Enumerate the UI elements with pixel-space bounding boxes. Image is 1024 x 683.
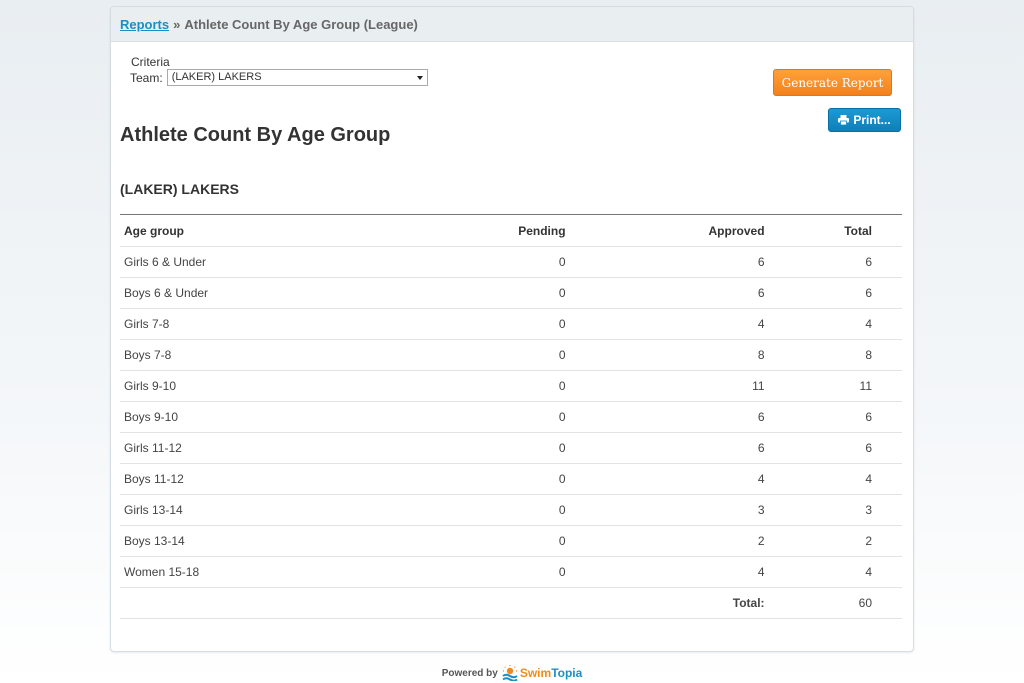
pending-cell: 0 <box>369 277 566 309</box>
table-total-row: Total: 60 <box>120 587 902 619</box>
swimtopia-logo-icon <box>502 665 518 681</box>
total-cell: 6 <box>764 432 902 464</box>
pending-cell: 0 <box>369 246 566 278</box>
breadcrumb-current: Athlete Count By Age Group (League) <box>184 16 418 32</box>
team-filter-row: Team: (LAKER) LAKERS <box>130 69 428 86</box>
age-group-table: Age group Pending Approved Total Girls 6… <box>120 214 902 619</box>
table-row: Boys 9-10 0 6 6 <box>120 401 902 433</box>
approved-cell: 6 <box>565 277 765 309</box>
total-cell: 8 <box>764 339 902 371</box>
report-title: Athlete Count By Age Group <box>120 124 391 146</box>
approved-cell: 6 <box>565 401 765 433</box>
age-group-cell: Boys 13-14 <box>120 525 370 557</box>
pending-cell: 0 <box>369 463 566 495</box>
approved-cell: 4 <box>565 463 765 495</box>
column-header-approved: Approved <box>708 223 765 238</box>
total-cell: 2 <box>764 525 902 557</box>
pending-cell: 0 <box>369 401 566 433</box>
report-panel: Reports » Athlete Count By Age Group (Le… <box>110 6 914 652</box>
grand-total-value: 60 <box>764 587 902 619</box>
approved-cell: 4 <box>565 308 765 340</box>
pending-cell: 0 <box>369 556 566 588</box>
team-heading: (LAKER) LAKERS <box>120 181 239 197</box>
table-row: Boys 11-12 0 4 4 <box>120 463 902 495</box>
grand-total-label: Total: <box>565 587 765 619</box>
breadcrumb: Reports » Athlete Count By Age Group (Le… <box>111 7 913 42</box>
pending-cell: 0 <box>369 432 566 464</box>
approved-cell: 11 <box>565 370 765 402</box>
approved-cell: 8 <box>565 339 765 371</box>
page-footer: Powered by SwimTopia <box>0 665 1024 681</box>
approved-cell: 3 <box>565 494 765 526</box>
criteria-section: Criteria Team: (LAKER) LAKERS <box>130 55 428 86</box>
table-row: Boys 13-14 0 2 2 <box>120 525 902 557</box>
chevron-down-icon <box>416 76 423 80</box>
pending-cell: 0 <box>369 525 566 557</box>
age-group-cell: Boys 7-8 <box>120 339 370 371</box>
swimtopia-logo-text: SwimTopia <box>520 666 582 680</box>
column-header-age-group: Age group <box>124 223 184 238</box>
total-cell: 4 <box>764 556 902 588</box>
age-group-cell: Girls 11-12 <box>120 432 370 464</box>
powered-by-text: Powered by <box>441 667 498 679</box>
print-button-label: Print... <box>853 113 891 127</box>
pending-cell: 0 <box>369 308 566 340</box>
swimtopia-logo[interactable]: SwimTopia <box>502 665 582 681</box>
approved-cell: 6 <box>565 432 765 464</box>
total-cell: 3 <box>764 494 902 526</box>
table-row: Women 15-18 0 4 4 <box>120 556 902 588</box>
age-group-cell: Boys 9-10 <box>120 401 370 433</box>
breadcrumb-link-reports[interactable]: Reports <box>120 17 169 32</box>
team-label: Team: <box>130 70 163 85</box>
age-group-cell: Girls 7-8 <box>120 308 370 340</box>
total-cell: 11 <box>764 370 902 402</box>
age-group-cell: Girls 13-14 <box>120 494 370 526</box>
criteria-title: Criteria <box>131 55 170 69</box>
age-group-cell: Boys 11-12 <box>120 463 370 495</box>
age-group-cell: Women 15-18 <box>120 556 370 588</box>
age-group-cell: Girls 6 & Under <box>120 246 370 278</box>
total-cell: 6 <box>764 246 902 278</box>
table-row: Girls 11-12 0 6 6 <box>120 432 902 464</box>
table-row: Girls 7-8 0 4 4 <box>120 308 902 340</box>
pending-cell: 0 <box>369 370 566 402</box>
approved-cell: 4 <box>565 556 765 588</box>
age-group-cell: Boys 6 & Under <box>120 277 370 309</box>
table-row: Girls 9-10 0 11 11 <box>120 370 902 402</box>
table-row: Girls 13-14 0 3 3 <box>120 494 902 526</box>
pending-cell: 0 <box>369 339 566 371</box>
generate-report-button[interactable]: Generate Report <box>773 69 892 96</box>
pending-cell: 0 <box>369 494 566 526</box>
total-cell: 6 <box>764 277 902 309</box>
table-row: Girls 6 & Under 0 6 6 <box>120 246 902 278</box>
total-cell: 4 <box>764 308 902 340</box>
total-cell: 4 <box>764 463 902 495</box>
column-header-total: Total <box>844 223 872 238</box>
print-button[interactable]: Print... <box>828 108 901 132</box>
table-row: Boys 6 & Under 0 6 6 <box>120 277 902 309</box>
printer-icon <box>838 115 850 125</box>
approved-cell: 2 <box>565 525 765 557</box>
total-cell: 6 <box>764 401 902 433</box>
approved-cell: 6 <box>565 246 765 278</box>
table-row: Boys 7-8 0 8 8 <box>120 339 902 371</box>
table-header-row: Age group Pending Approved Total <box>120 214 902 247</box>
brand-part-swim: Swim <box>519 666 552 680</box>
age-group-cell: Girls 9-10 <box>120 370 370 402</box>
brand-part-topia: Topia <box>551 666 583 680</box>
total-row-spacer <box>120 587 370 619</box>
team-select[interactable]: (LAKER) LAKERS <box>166 69 428 86</box>
team-select-value: (LAKER) LAKERS <box>171 71 262 83</box>
column-header-pending: Pending <box>518 223 566 238</box>
breadcrumb-separator: » <box>173 16 181 32</box>
total-row-spacer <box>369 587 566 619</box>
